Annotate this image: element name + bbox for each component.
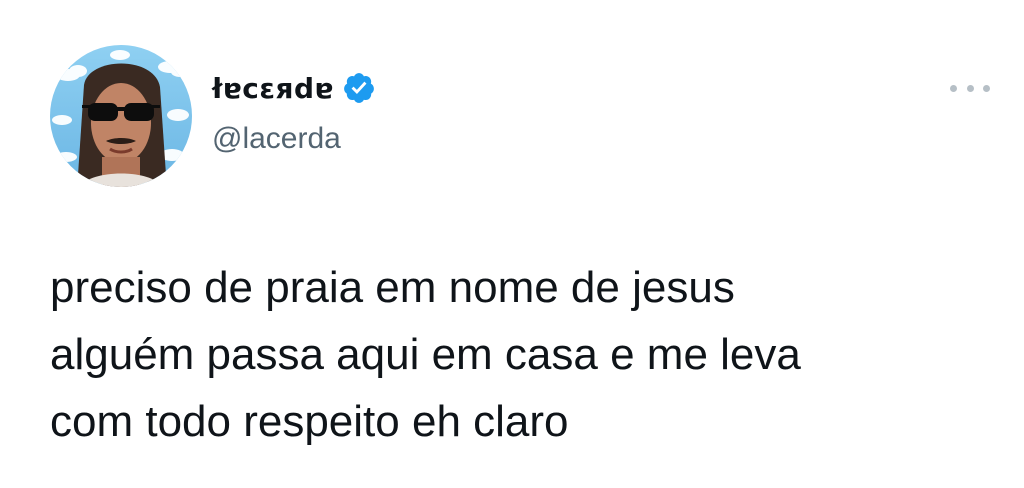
author-handle[interactable]: @lacerda <box>212 122 341 156</box>
more-dot <box>983 84 990 92</box>
tweet-text-line: com todo respeito eh claro <box>50 397 569 446</box>
tweet-text-line: alguém passa aqui em casa e me leva <box>50 330 801 379</box>
more-dot <box>950 84 957 92</box>
more-dot <box>966 84 974 92</box>
author-display-name[interactable]: łɐcɛяdɐ <box>212 72 334 105</box>
tweet-text-line: preciso de praia em nome de jesus <box>50 263 735 312</box>
avatar-image <box>50 45 192 187</box>
author-name-row[interactable]: łɐcɛяdɐ <box>212 66 376 110</box>
avatar[interactable] <box>50 45 192 187</box>
verified-badge-icon <box>342 71 376 105</box>
tweet-text: preciso de praia em nome de jesus alguém… <box>50 254 990 455</box>
more-options-icon[interactable] <box>950 78 990 98</box>
tweet-card: łɐcɛяdɐ @lacerda preciso de praia em nom… <box>0 0 1024 488</box>
